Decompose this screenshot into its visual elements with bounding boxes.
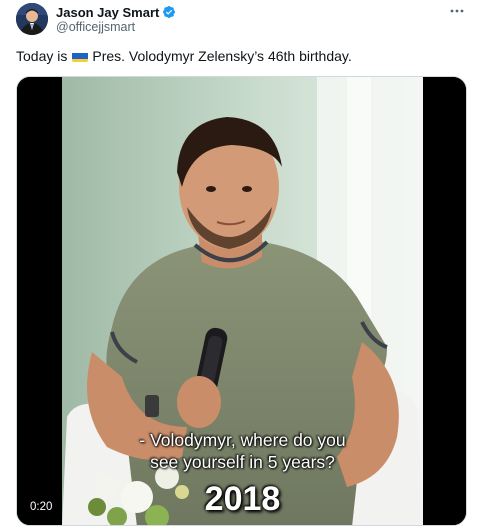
author-handle[interactable]: @officejjsmart: [56, 20, 135, 34]
author-avatar[interactable]: [16, 3, 48, 35]
year-caption: 2018: [204, 480, 281, 518]
verified-badge-icon: [162, 5, 176, 19]
video-duration-badge: 0:20: [25, 498, 58, 517]
author-name-row: Jason Jay Smart: [56, 3, 176, 21]
subtitle-line-2: see yourself in 5 years?: [150, 452, 335, 472]
tweet-text-start: Today is: [16, 48, 68, 64]
ukraine-flag-icon: [72, 50, 89, 62]
video-player[interactable]: - Volodymyr, where do you see yourself i…: [16, 76, 467, 526]
tweet-card: Jason Jay Smart @officejjsmart Today is …: [0, 0, 483, 530]
tweet-text: Today is Pres. Volodymyr Zelensky’s 46th…: [16, 46, 352, 66]
more-options-icon[interactable]: [447, 2, 467, 20]
subtitle-line-1: - Volodymyr, where do you: [139, 430, 346, 450]
author-display-name[interactable]: Jason Jay Smart: [56, 5, 159, 20]
tweet-text-end: Pres. Volodymyr Zelensky’s 46th birthday…: [92, 48, 352, 64]
